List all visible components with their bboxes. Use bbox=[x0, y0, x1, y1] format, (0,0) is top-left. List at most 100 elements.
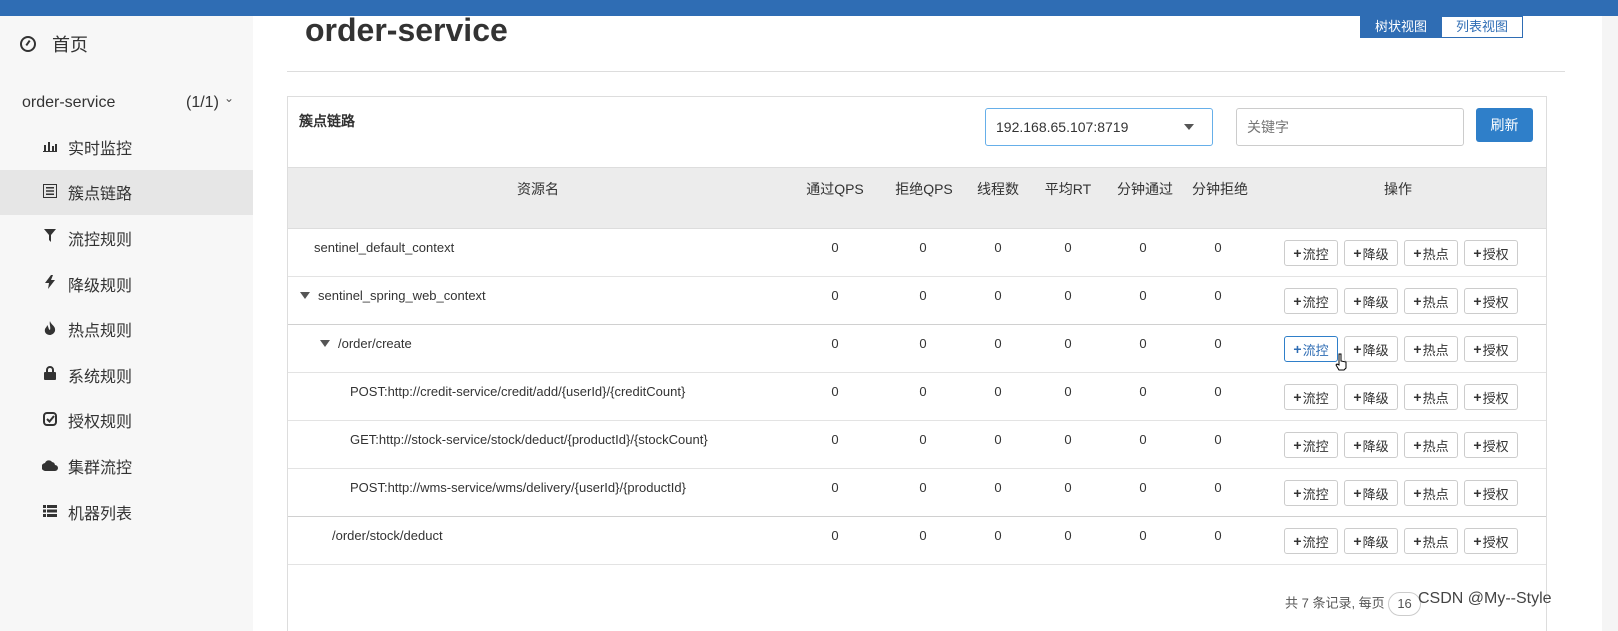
flow-control-button[interactable]: + 流控 bbox=[1284, 240, 1338, 266]
threads-cell: 0 bbox=[994, 336, 1002, 351]
flow-control-button[interactable]: + 流控 bbox=[1284, 384, 1338, 410]
pass-qps-cell: 0 bbox=[831, 384, 839, 399]
page-size-select[interactable]: 16 bbox=[1388, 592, 1421, 616]
block-qps-cell: 0 bbox=[919, 528, 927, 543]
resource-panel: 簇点链路 192.168.65.107:8719 刷新 资源名 通过QPS 拒绝… bbox=[287, 96, 1547, 631]
hotspot-button[interactable]: + 热点 bbox=[1404, 336, 1458, 362]
sidebar-item-machine-list[interactable]: 机器列表 bbox=[0, 489, 253, 535]
authority-button[interactable]: + 授权 bbox=[1464, 528, 1518, 554]
action-label: 降级 bbox=[1362, 534, 1389, 550]
table-row: sentinel_spring_web_context 0 0 0 0 0 0 + 流控 + 降级 +… bbox=[288, 276, 1546, 325]
collapse-triangle-icon[interactable] bbox=[320, 340, 330, 347]
column-header-pass-qps: 通过QPS bbox=[806, 181, 864, 197]
action-label: 降级 bbox=[1362, 342, 1389, 358]
row-actions: + 流控 + 降级 + 热点 + 授权 bbox=[1284, 432, 1524, 458]
action-label: 降级 bbox=[1362, 294, 1389, 310]
machine-select[interactable]: 192.168.65.107:8719 bbox=[985, 108, 1213, 146]
authority-button[interactable]: + 授权 bbox=[1464, 432, 1518, 458]
flow-control-button[interactable]: + 流控 bbox=[1284, 480, 1338, 506]
degrade-button[interactable]: + 降级 bbox=[1344, 336, 1398, 362]
threads-cell: 0 bbox=[994, 288, 1002, 303]
pass-qps-cell: 0 bbox=[831, 432, 839, 447]
th-list-icon bbox=[42, 504, 58, 520]
flow-control-button[interactable]: + 流控 bbox=[1284, 288, 1338, 314]
refresh-button[interactable]: 刷新 bbox=[1476, 108, 1533, 142]
top-bar bbox=[0, 0, 1618, 16]
flow-control-button[interactable]: + 流控 bbox=[1284, 336, 1338, 362]
resource-name[interactable]: /order/create bbox=[320, 336, 412, 351]
hotspot-button[interactable]: + 热点 bbox=[1404, 288, 1458, 314]
sidebar-item-hotspot-rules[interactable]: 热点规则 bbox=[0, 306, 253, 352]
sidebar-item-degrade-rules[interactable]: 降级规则 bbox=[0, 261, 253, 307]
degrade-button[interactable]: + 降级 bbox=[1344, 432, 1398, 458]
threads-cell: 0 bbox=[994, 480, 1002, 495]
degrade-button[interactable]: + 降级 bbox=[1344, 528, 1398, 554]
pass-qps-cell: 0 bbox=[831, 480, 839, 495]
column-header-actions: 操作 bbox=[1384, 181, 1412, 197]
record-count: 共 7 条记录, 每页 bbox=[1285, 595, 1385, 611]
action-label: 热点 bbox=[1422, 294, 1449, 310]
sidebar-item-realtime-monitor[interactable]: 实时监控 bbox=[0, 124, 253, 170]
sidebar-item-cluster-flow[interactable]: 集群流控 bbox=[0, 443, 253, 489]
keyword-search-input[interactable] bbox=[1236, 108, 1464, 146]
sidebar-item-label: 流控规则 bbox=[68, 231, 133, 249]
row-actions: + 流控 + 降级 + 热点 + 授权 bbox=[1284, 384, 1524, 410]
hotspot-button[interactable]: + 热点 bbox=[1404, 240, 1458, 266]
minute-block-cell: 0 bbox=[1214, 240, 1222, 255]
sidebar-item-flow-rules[interactable]: 流控规则 bbox=[0, 215, 253, 261]
app-selector[interactable]: order-service (1/1) ⌄ bbox=[0, 88, 253, 118]
table-row: GET:http://stock-service/stock/deduct/{p… bbox=[288, 420, 1546, 469]
avg-rt-cell: 0 bbox=[1064, 528, 1072, 543]
table-row: sentinel_default_context 0 0 0 0 0 0 + 流控 + 降级 + 热点 +… bbox=[288, 228, 1546, 277]
plus-icon: + bbox=[1473, 437, 1482, 453]
row-actions: + 流控 + 降级 + 热点 + 授权 bbox=[1284, 336, 1524, 362]
plus-icon: + bbox=[1353, 245, 1362, 261]
hotspot-button[interactable]: + 热点 bbox=[1404, 432, 1458, 458]
plus-icon: + bbox=[1293, 341, 1302, 357]
degrade-button[interactable]: + 降级 bbox=[1344, 480, 1398, 506]
authority-button[interactable]: + 授权 bbox=[1464, 384, 1518, 410]
table-header: 资源名 通过QPS 拒绝QPS 线程数 平均RT 分钟通过 分钟拒绝 操作 bbox=[288, 167, 1546, 229]
plus-icon: + bbox=[1353, 437, 1362, 453]
action-label: 流控 bbox=[1302, 294, 1329, 310]
dashboard-icon bbox=[20, 36, 36, 52]
app-name: order-service bbox=[22, 94, 116, 111]
threads-cell: 0 bbox=[994, 528, 1002, 543]
tree-view-button[interactable]: 树状视图 bbox=[1360, 16, 1443, 38]
resource-name-text: GET:http://stock-service/stock/deduct/{p… bbox=[350, 432, 708, 447]
sidebar-home[interactable]: 首页 bbox=[0, 16, 253, 72]
authority-button[interactable]: + 授权 bbox=[1464, 336, 1518, 362]
scrollbar[interactable] bbox=[1602, 16, 1618, 631]
hotspot-button[interactable]: + 热点 bbox=[1404, 384, 1458, 410]
plus-icon: + bbox=[1473, 533, 1482, 549]
resource-name[interactable]: sentinel_spring_web_context bbox=[300, 288, 486, 303]
sidebar-item-label: 簇点链路 bbox=[68, 186, 133, 204]
authority-button[interactable]: + 授权 bbox=[1464, 480, 1518, 506]
block-qps-cell: 0 bbox=[919, 336, 927, 351]
action-label: 流控 bbox=[1302, 534, 1329, 550]
table-row: POST:http://credit-service/credit/add/{u… bbox=[288, 372, 1546, 421]
sidebar-item-system-rules[interactable]: 系统规则 bbox=[0, 352, 253, 398]
list-view-button[interactable]: 列表视图 bbox=[1442, 16, 1524, 38]
degrade-button[interactable]: + 降级 bbox=[1344, 288, 1398, 314]
plus-icon: + bbox=[1293, 533, 1302, 549]
resource-name: GET:http://stock-service/stock/deduct/{p… bbox=[350, 432, 708, 447]
flow-control-button[interactable]: + 流控 bbox=[1284, 432, 1338, 458]
hotspot-button[interactable]: + 热点 bbox=[1404, 528, 1458, 554]
hotspot-button[interactable]: + 热点 bbox=[1404, 480, 1458, 506]
column-header-minute-block: 分钟拒绝 bbox=[1192, 181, 1248, 197]
block-qps-cell: 0 bbox=[919, 480, 927, 495]
column-header-threads: 线程数 bbox=[977, 181, 1019, 197]
bar-chart-icon bbox=[42, 139, 58, 155]
collapse-triangle-icon[interactable] bbox=[300, 292, 310, 299]
sidebar-item-cluster-link[interactable]: 簇点链路 bbox=[0, 169, 253, 216]
flow-control-button[interactable]: + 流控 bbox=[1284, 528, 1338, 554]
resource-name: sentinel_default_context bbox=[314, 240, 454, 255]
degrade-button[interactable]: + 降级 bbox=[1344, 240, 1398, 266]
sidebar-item-auth-rules[interactable]: 授权规则 bbox=[0, 398, 253, 444]
authority-button[interactable]: + 授权 bbox=[1464, 288, 1518, 314]
table-row: /order/create 0 0 0 0 0 0 + 流控 + 降级 + 热点 + 授权 bbox=[288, 324, 1546, 373]
authority-button[interactable]: + 授权 bbox=[1464, 240, 1518, 266]
degrade-button[interactable]: + 降级 bbox=[1344, 384, 1398, 410]
block-qps-cell: 0 bbox=[919, 240, 927, 255]
